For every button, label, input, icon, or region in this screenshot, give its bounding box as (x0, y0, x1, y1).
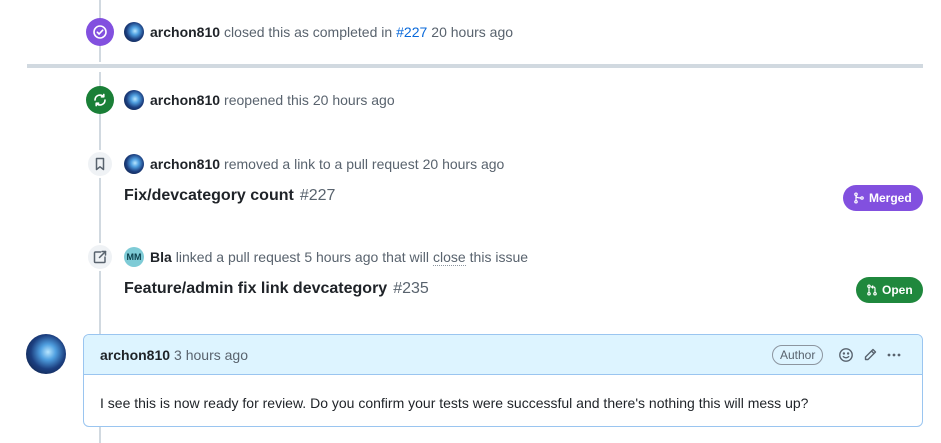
kebab-horizontal-icon[interactable] (885, 346, 903, 364)
smiley-icon[interactable] (837, 346, 855, 364)
pr-ref-link[interactable]: #227 (396, 24, 427, 40)
event-time-link[interactable]: 20 hours ago (423, 156, 505, 172)
event-text: this issue (469, 249, 529, 265)
event-text: that will (382, 249, 429, 265)
pr-state-merged-badge: Merged (843, 185, 923, 211)
comment-author-avatar[interactable] (26, 334, 66, 374)
check-circle-icon (86, 18, 114, 46)
avatar[interactable] (124, 154, 144, 174)
close-keyword-tooltip[interactable]: close (432, 249, 466, 266)
timeline-connector (99, 427, 101, 443)
comment-card: archon810 3 hours ago Author I see this … (83, 334, 923, 427)
event-text: removed a link to a pull request (224, 156, 419, 172)
event-actor-link[interactable]: archon810 (150, 92, 220, 108)
event-text: linked a pull request (175, 249, 301, 265)
event-reopened: archon810 reopened this 20 hours ago (124, 89, 395, 111)
pr-state-label: Open (882, 283, 913, 297)
linked-pr-item[interactable]: Feature/admin fix link devcategory #235 (124, 280, 429, 298)
pr-number: #235 (393, 280, 429, 297)
comment-header: archon810 3 hours ago Author (84, 335, 922, 375)
pr-number: #227 (299, 187, 336, 204)
pr-title-link[interactable]: Feature/admin fix link devcategory (124, 280, 387, 298)
bookmark-icon (86, 150, 114, 178)
event-actor-link[interactable]: Bla (150, 249, 172, 265)
linked-pr-item[interactable]: Fix/devcategory count #227 (124, 187, 335, 205)
avatar[interactable] (124, 90, 144, 110)
event-text: reopened this (224, 92, 309, 108)
avatar[interactable]: MM (124, 247, 144, 267)
event-actor-link[interactable]: archon810 (150, 24, 220, 40)
comment-author-link[interactable]: archon810 (100, 347, 170, 363)
event-time-link[interactable]: 20 hours ago (313, 92, 395, 108)
git-pull-request-icon (867, 284, 877, 296)
pr-state-open-badge: Open (856, 277, 923, 303)
event-actor-link[interactable]: archon810 (150, 156, 220, 172)
pr-state-label: Merged (869, 191, 912, 205)
comment-body: I see this is now ready for review. Do y… (100, 395, 809, 411)
event-time-link[interactable]: 20 hours ago (431, 24, 513, 40)
event-time-link[interactable]: 5 hours ago (304, 249, 378, 265)
event-linked-pr: MM Bla linked a pull request 5 hours ago… (124, 246, 528, 268)
event-removed-link: archon810 removed a link to a pull reque… (124, 153, 504, 175)
event-text: closed this as completed in (224, 24, 393, 40)
pencil-icon[interactable] (861, 346, 879, 364)
event-closed: archon810 closed this as completed in #2… (124, 21, 513, 43)
timeline-divider (27, 64, 923, 68)
comment-time-link[interactable]: 3 hours ago (174, 347, 248, 363)
avatar[interactable] (124, 22, 144, 42)
author-role-badge: Author (772, 345, 824, 365)
sync-icon (86, 86, 114, 114)
cross-reference-icon (86, 243, 114, 271)
git-merge-icon (854, 192, 864, 204)
pr-title-link[interactable]: Fix/devcategory count (124, 187, 294, 205)
